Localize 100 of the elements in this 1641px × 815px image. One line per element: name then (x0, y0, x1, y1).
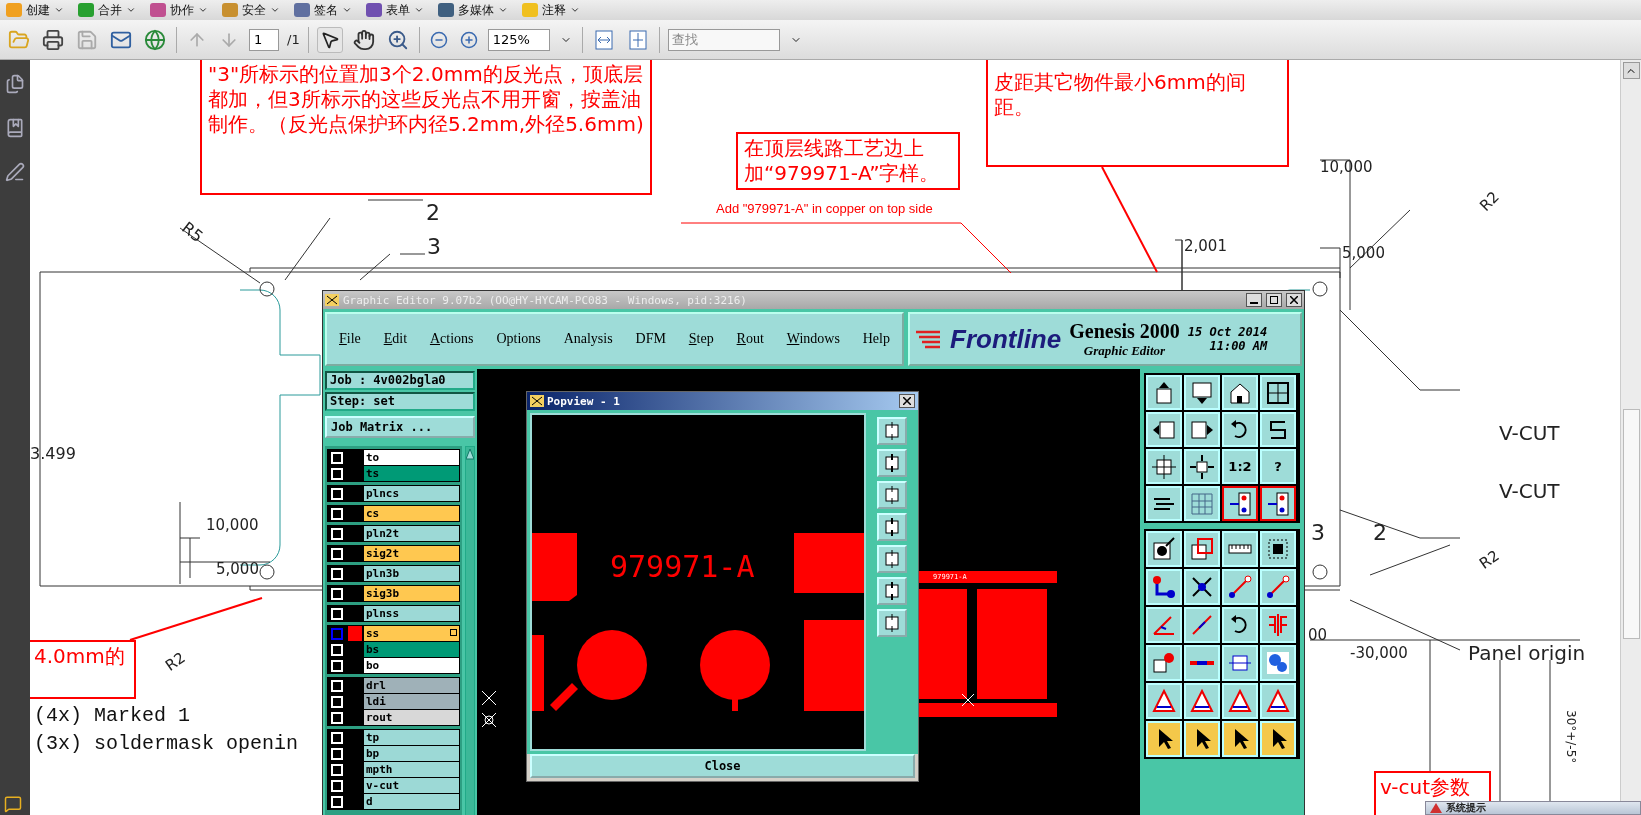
layer-name[interactable]: pln3b (364, 566, 459, 581)
logo-text: Frontline (950, 323, 1062, 355)
legend-text: (3x) soldermask openin (34, 732, 299, 755)
caret-icon (270, 5, 280, 15)
minimize-button[interactable] (1246, 293, 1262, 307)
dotted-square-icon (1265, 536, 1291, 562)
menu-item[interactable]: 多媒体 (438, 1, 508, 19)
menu-item[interactable]: DFM (635, 331, 666, 347)
layer-name[interactable]: d (364, 794, 459, 809)
layer-name[interactable]: ts (364, 466, 459, 481)
circuit-icon (1227, 490, 1253, 517)
layer-name[interactable]: sig2t (364, 546, 459, 561)
menu-item[interactable]: 签名 (294, 1, 352, 19)
copper-text: 979971-A (610, 549, 755, 584)
layer-name[interactable]: mpth (364, 762, 459, 777)
menu-item[interactable]: Edit (383, 331, 408, 347)
menu-item[interactable]: Analysis (563, 331, 613, 347)
dimension-label: 2 (426, 200, 440, 225)
layer-name[interactable]: bp (364, 746, 459, 761)
zoom-window-icon (1189, 536, 1215, 562)
dimension-label: 3 (1311, 520, 1325, 545)
pages-icon[interactable] (5, 74, 25, 94)
menu-item[interactable]: File (339, 331, 361, 347)
maximize-icon (1270, 296, 1278, 304)
annotation-text: 在顶层线路工艺边上加“979971-A”字样。 (744, 136, 941, 186)
scrollbar[interactable] (465, 446, 475, 815)
view-button[interactable] (876, 513, 907, 541)
menu-item[interactable]: Windows (786, 331, 840, 347)
triangle-icon (1151, 688, 1177, 714)
circles-icon (1265, 650, 1291, 676)
close-button[interactable]: Close (530, 754, 915, 778)
close-button[interactable] (1286, 293, 1302, 307)
dimension-label: 10,000 (206, 516, 259, 534)
layer-checkbox[interactable] (331, 627, 343, 640)
view-button[interactable] (876, 449, 907, 477)
menu-item[interactable]: Actions (429, 331, 474, 347)
pen-icon[interactable] (5, 162, 25, 182)
menu-item[interactable]: Options (496, 331, 541, 347)
dimension-label: Panel origin (1468, 641, 1586, 665)
layer-name[interactable]: bo (364, 658, 459, 673)
comment-icon[interactable] (4, 795, 22, 813)
speed-lines-icon (916, 328, 942, 350)
tool-button[interactable]: ? (1260, 449, 1296, 484)
view-button[interactable] (876, 577, 907, 605)
triangle-icon (1265, 688, 1291, 714)
close-icon (903, 397, 911, 405)
job-matrix-button[interactable]: Job Matrix ... (325, 416, 475, 438)
layer-name[interactable]: ss (364, 626, 459, 641)
layer-name[interactable]: sig3b (364, 586, 459, 601)
maximize-button[interactable] (1266, 293, 1282, 307)
pad-icon (1151, 650, 1177, 676)
select-cursor-icon[interactable] (316, 26, 343, 53)
bookmark-icon[interactable] (5, 118, 25, 138)
dimension-label: -30,000 (1350, 644, 1408, 662)
layer-name[interactable]: to (364, 450, 459, 465)
menu-item[interactable]: Step (688, 331, 714, 347)
tool-button[interactable]: 1:2 (1222, 449, 1258, 484)
layer-name[interactable]: drl (364, 678, 459, 693)
tool-button[interactable] (1260, 486, 1296, 521)
scroll-up-button[interactable] (1622, 62, 1640, 79)
close-button[interactable] (899, 394, 915, 408)
annotation-text: 4.0mm的 (34, 644, 126, 669)
menu-item[interactable]: 注释 (522, 1, 580, 19)
layer-name[interactable]: tp (364, 730, 459, 745)
dimension-label: R2 (1476, 546, 1503, 573)
scroll-thumb[interactable] (1622, 409, 1640, 639)
search-field[interactable]: 查找 (667, 28, 780, 51)
layer-name[interactable]: cs (364, 506, 459, 521)
menu-item[interactable]: 创建 (6, 1, 64, 19)
layer-name[interactable]: pln2t (364, 526, 459, 541)
app-icon (325, 294, 339, 306)
menu-item[interactable]: Help (862, 331, 890, 347)
layer-name[interactable]: v-cut (364, 778, 459, 793)
product-subtitle: Graphic Editor (1083, 342, 1166, 359)
layer-name[interactable]: bs (364, 642, 459, 657)
scroll-up-icon (466, 447, 474, 461)
frame-icon (1265, 379, 1291, 406)
layer-name[interactable]: plncs (364, 486, 459, 501)
crosshair-icon (481, 690, 497, 728)
warning-icon (1430, 803, 1442, 813)
caret-icon (342, 5, 352, 15)
page-field[interactable]: 1 (249, 28, 279, 51)
menu-item[interactable]: 协作 (150, 1, 208, 19)
menu-item[interactable]: 表单 (366, 1, 424, 19)
zoom-field[interactable]: 125% (487, 28, 550, 51)
annotation-text: 皮距其它物件最小6mm的间距。 (994, 70, 1247, 120)
dimension-label: 2,001 (1184, 237, 1227, 255)
menu-item[interactable]: Rout (736, 331, 764, 347)
layer-name[interactable]: plnss (364, 606, 459, 621)
dimension-label: 10,000 (1320, 158, 1373, 176)
date-text: 15 Oct 2014 (1187, 325, 1268, 339)
menu-item[interactable]: 安全 (222, 1, 280, 19)
menu-item[interactable]: 合并 (78, 1, 136, 19)
tool-button[interactable] (1222, 486, 1258, 521)
layer-name[interactable]: ldi (364, 694, 459, 709)
circuit-icon (1265, 490, 1291, 517)
layer-name[interactable]: rout (364, 710, 459, 725)
caret-icon (54, 5, 64, 15)
center-arrows-icon (1189, 453, 1215, 480)
window-title: Graphic Editor 9.07b2 (OO@HY-HYCAM-PC083 - Windows, pid:3216) (343, 293, 748, 307)
